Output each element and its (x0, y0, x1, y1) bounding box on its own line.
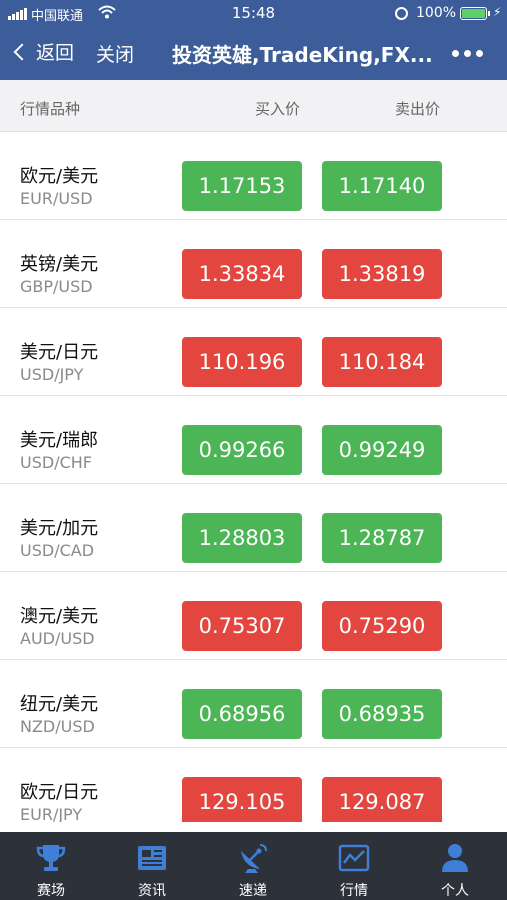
buy-price-button[interactable]: 0.75307 (182, 601, 302, 651)
charging-icon: ⚡ (493, 5, 502, 19)
quote-row: 美元/加元 USD/CAD 1.28803 1.28787 (0, 484, 507, 572)
tab-label: 赛场 (37, 883, 65, 899)
instrument-name-cn: 英镑/美元 (20, 254, 99, 275)
sell-price-button[interactable]: 1.28787 (322, 513, 442, 563)
instrument-symbol: USD/CAD (20, 541, 95, 560)
tab-label: 资讯 (138, 883, 166, 899)
battery-icon (460, 7, 490, 20)
tab-label: 速递 (239, 883, 267, 899)
bottom-tab-bar: 赛场 资讯 速递 行情 个人 (0, 832, 507, 900)
back-button[interactable]: 返回 (12, 38, 74, 65)
tab-arena[interactable]: 赛场 (1, 832, 101, 900)
tab-profile[interactable]: 个人 (405, 832, 505, 900)
column-header: 行情品种 买入价 卖出价 (0, 80, 507, 132)
tab-label: 行情 (340, 883, 368, 899)
sell-price-button[interactable]: 1.33819 (322, 249, 442, 299)
sell-price-button[interactable]: 0.99249 (322, 425, 442, 475)
instrument-symbol: EUR/JPY (20, 805, 83, 822)
quote-list[interactable]: 欧元/美元 EUR/USD 1.17153 1.17140 英镑/美元 GBP/… (0, 132, 507, 822)
sell-price-button[interactable]: 0.75290 (322, 601, 442, 651)
header-sell-price: 卖出价 (395, 100, 441, 118)
instrument-symbol: NZD/USD (20, 717, 95, 736)
instrument-name-cn: 美元/日元 (20, 342, 99, 363)
battery-percentage: 100% (416, 5, 457, 21)
header-instrument: 行情品种 (20, 100, 81, 118)
tab-label: 个人 (441, 883, 469, 899)
instrument-symbol: EUR/USD (20, 189, 93, 208)
tab-news[interactable]: 资讯 (102, 832, 202, 900)
instrument-name-cn: 欧元/日元 (20, 782, 99, 803)
sell-price-button[interactable]: 1.17140 (322, 161, 442, 211)
line-chart-icon (338, 844, 370, 872)
sell-price-button[interactable]: 129.087 (322, 777, 442, 822)
tab-market[interactable]: 行情 (304, 832, 404, 900)
buy-price-button[interactable]: 1.33834 (182, 249, 302, 299)
quote-row: 美元/瑞郎 USD/CHF 0.99266 0.99249 (0, 396, 507, 484)
person-icon (442, 844, 468, 872)
close-button[interactable]: 关闭 (96, 40, 134, 67)
instrument-symbol: GBP/USD (20, 277, 93, 296)
sell-price-button[interactable]: 0.68935 (322, 689, 442, 739)
trophy-icon (36, 845, 66, 871)
quote-row: 澳元/美元 AUD/USD 0.75307 0.75290 (0, 572, 507, 660)
buy-price-button[interactable]: 1.28803 (182, 513, 302, 563)
status-bar: 中国联通 15:48 100% ⚡ (0, 0, 507, 28)
newspaper-icon (138, 846, 166, 870)
buy-price-button[interactable]: 129.105 (182, 777, 302, 822)
quote-row: 欧元/美元 EUR/USD 1.17153 1.17140 (0, 132, 507, 220)
quote-row: 纽元/美元 NZD/USD 0.68956 0.68935 (0, 660, 507, 748)
instrument-symbol: AUD/USD (20, 629, 95, 648)
chevron-left-icon (13, 43, 31, 60)
instrument-symbol: USD/JPY (20, 365, 84, 384)
instrument-name-cn: 澳元/美元 (20, 606, 99, 627)
buy-price-button[interactable]: 0.99266 (182, 425, 302, 475)
quote-row: 英镑/美元 GBP/USD 1.33834 1.33819 (0, 220, 507, 308)
satellite-dish-icon (241, 844, 267, 873)
buy-price-button[interactable]: 110.196 (182, 337, 302, 387)
instrument-name-cn: 欧元/美元 (20, 166, 99, 187)
page-title: 投资英雄,TradeKing,FX... (172, 43, 433, 67)
buy-price-button[interactable]: 0.68956 (182, 689, 302, 739)
buy-price-button[interactable]: 1.17153 (182, 161, 302, 211)
instrument-name-cn: 纽元/美元 (20, 694, 99, 715)
instrument-symbol: USD/CHF (20, 453, 92, 472)
back-label: 返回 (36, 42, 75, 64)
instrument-name-cn: 美元/瑞郎 (20, 430, 99, 451)
header-buy-price: 买入价 (255, 100, 301, 118)
quote-row: 欧元/日元 EUR/JPY 129.105 129.087 (0, 748, 507, 822)
sell-price-button[interactable]: 110.184 (322, 337, 442, 387)
quote-row: 美元/日元 USD/JPY 110.196 110.184 (0, 308, 507, 396)
more-options-icon[interactable] (452, 50, 483, 57)
tab-express[interactable]: 速递 (203, 832, 303, 900)
navigation-bar: 返回 关闭 投资英雄,TradeKing,FX... (0, 28, 507, 80)
instrument-name-cn: 美元/加元 (20, 518, 99, 539)
rotation-lock-icon (395, 7, 408, 20)
